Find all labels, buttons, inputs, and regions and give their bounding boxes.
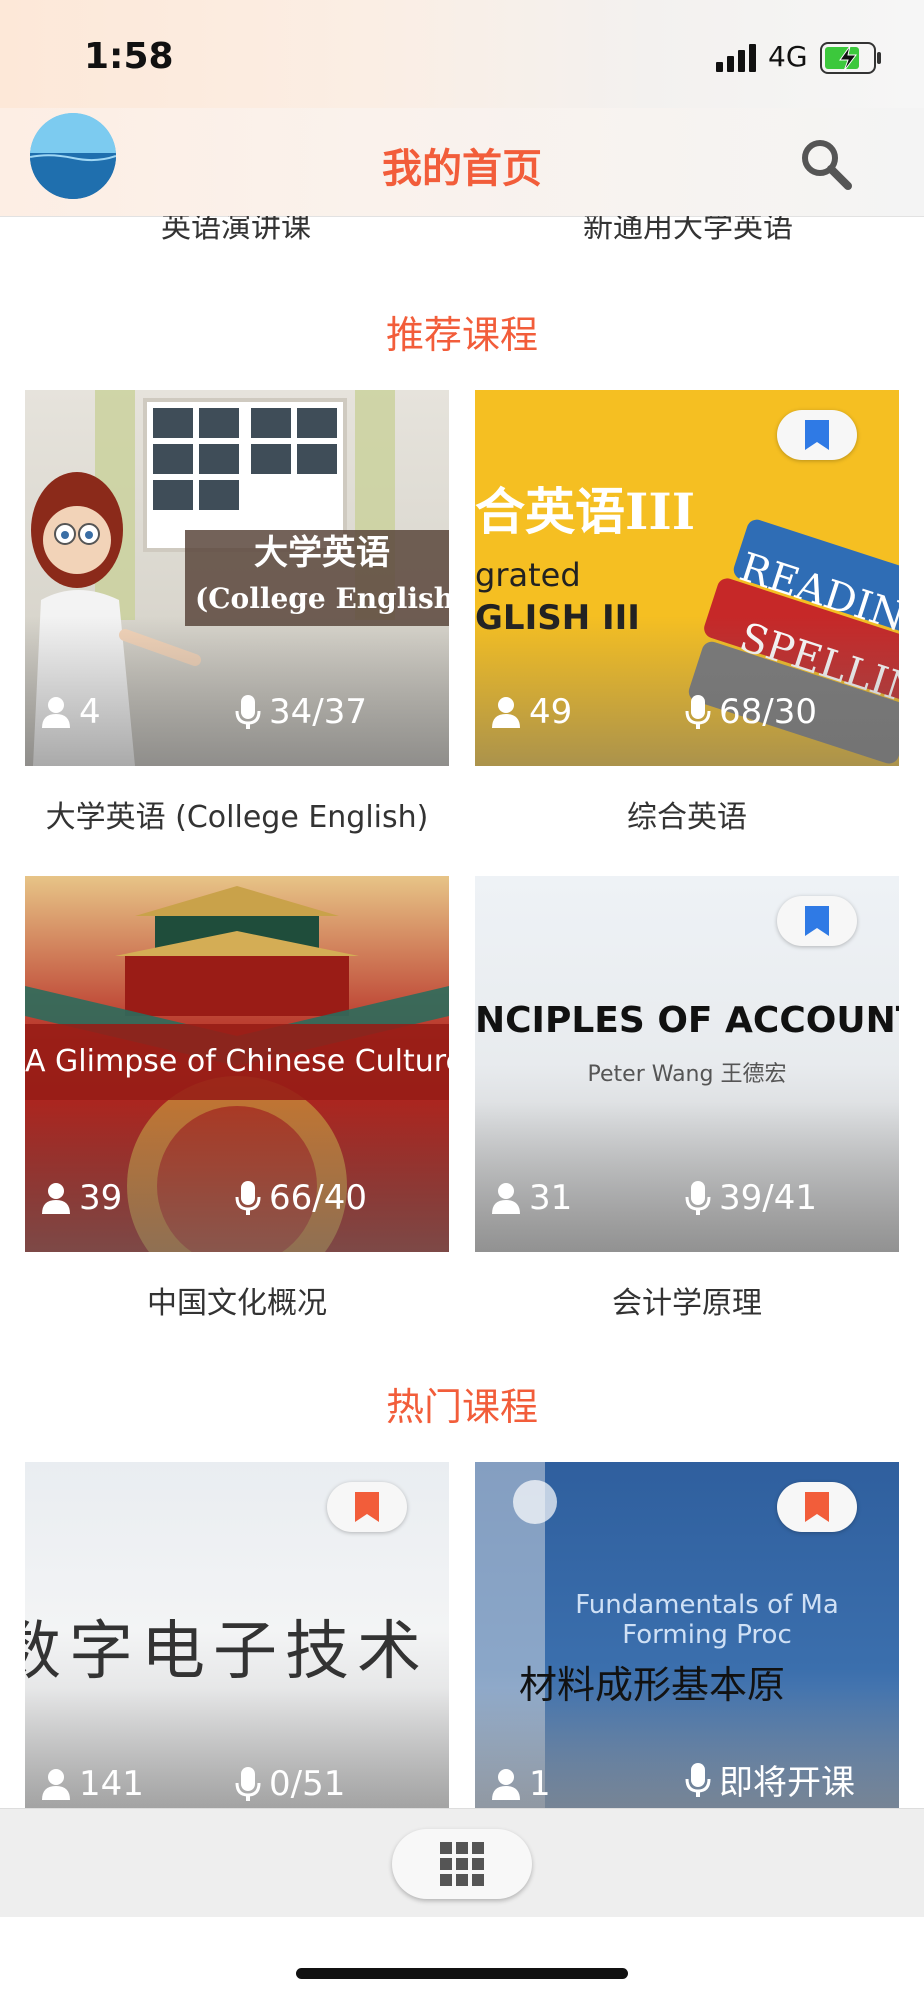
course-thumbnail[interactable]: 大学英语 (College English) 4 34/37 xyxy=(25,390,449,766)
lesson-count-value: 0/51 xyxy=(269,1764,346,1804)
status-bar: 1:58 4G xyxy=(0,0,924,108)
person-icon xyxy=(492,697,520,728)
microphone-icon xyxy=(685,695,711,729)
course-card[interactable]: 数字电子技术 141 0/51 xyxy=(25,1462,449,1808)
course-card[interactable]: NCIPLES OF ACCOUNT Peter Wang 王德宏 31 39/… xyxy=(475,876,899,1322)
course-thumbnail[interactable]: READING SPELLING 合英语III grated GLISH III… xyxy=(475,390,899,766)
microphone-icon xyxy=(235,1767,261,1801)
course-card[interactable]: READING SPELLING 合英语III grated GLISH III… xyxy=(475,390,899,836)
section-title-recommended: 推荐课程 xyxy=(385,313,538,357)
bookmark-icon xyxy=(805,420,829,450)
student-count: 4 xyxy=(41,692,101,732)
microphone-icon xyxy=(235,695,261,729)
microphone-icon xyxy=(685,1762,711,1797)
bookmark-button[interactable] xyxy=(777,410,857,460)
bookmark-icon xyxy=(805,906,829,936)
thumbnail-text: Peter Wang 王德宏 xyxy=(587,1062,787,1087)
student-count-value: 39 xyxy=(79,1178,123,1218)
bookmark-icon xyxy=(805,1492,829,1522)
status-time: 1:58 xyxy=(84,36,174,77)
thumbnail-text: NCIPLES OF ACCOUNT xyxy=(475,1000,899,1041)
lesson-count: 68/30 xyxy=(685,692,817,732)
student-count-value: 1 xyxy=(529,1764,551,1804)
lesson-count-value: 68/30 xyxy=(719,692,817,732)
course-card[interactable]: A Glimpse of Chinese Culture 39 66/40 中国… xyxy=(25,876,449,1322)
person-icon xyxy=(492,1769,520,1800)
student-count: 1 xyxy=(491,1764,551,1804)
battery-charging-icon xyxy=(820,42,881,74)
lesson-count-value: 66/40 xyxy=(269,1178,367,1218)
bottom-bar xyxy=(0,1808,924,1917)
thumbnail-text: grated xyxy=(475,556,581,594)
student-count-value: 31 xyxy=(529,1178,573,1218)
grid-menu-button[interactable] xyxy=(392,1829,532,1899)
lesson-count: 0/51 xyxy=(235,1764,345,1804)
thumbnail-text: 大学英语 xyxy=(254,533,390,573)
student-count: 49 xyxy=(491,692,572,732)
course-card[interactable]: 大学英语 (College English) 4 34/37 大学英语 (Col… xyxy=(25,390,449,836)
lesson-count-value: 即将开课 xyxy=(719,1763,855,1803)
student-count-value: 4 xyxy=(79,692,101,732)
section-title-popular: 热门课程 xyxy=(385,1385,538,1429)
lesson-count: 39/41 xyxy=(685,1178,817,1218)
microphone-icon xyxy=(235,1181,261,1215)
course-title[interactable]: 英语演讲课 xyxy=(6,216,466,246)
student-count: 141 xyxy=(41,1764,144,1804)
search-icon[interactable] xyxy=(798,136,854,192)
course-title[interactable]: 会计学原理 xyxy=(475,1278,899,1322)
microphone-icon xyxy=(685,1181,711,1215)
student-count: 39 xyxy=(41,1178,122,1218)
course-feed[interactable]: 英语演讲课 新通用大学英语 推荐课程 大学英语 (College English… xyxy=(0,216,924,1808)
course-card[interactable]: Fundamentals of Ma Forming Proc 材料成形基本原 … xyxy=(475,1462,899,1808)
course-title[interactable]: 大学英语 (College English) xyxy=(25,792,449,836)
lesson-count: 34/37 xyxy=(235,692,367,732)
thumbnail-text: 合英语III xyxy=(475,482,696,541)
page-title: 我的首页 xyxy=(382,146,542,192)
course-thumbnail[interactable]: A Glimpse of Chinese Culture 39 66/40 xyxy=(25,876,449,1252)
person-icon xyxy=(42,1769,70,1800)
lesson-count: 66/40 xyxy=(235,1178,367,1218)
course-thumbnail[interactable]: 数字电子技术 141 0/51 xyxy=(25,1462,449,1808)
bookmark-button[interactable] xyxy=(777,1482,857,1532)
thumbnail-text: Fundamentals of Ma xyxy=(575,1590,839,1620)
bookmark-button[interactable] xyxy=(777,896,857,946)
course-thumbnail[interactable]: NCIPLES OF ACCOUNT Peter Wang 王德宏 31 39/… xyxy=(475,876,899,1252)
nav-bar: 我的首页 xyxy=(0,108,924,217)
thumbnail-text: A Glimpse of Chinese Culture xyxy=(25,1044,449,1079)
bookmark-button[interactable] xyxy=(327,1482,407,1532)
lesson-count-value: 34/37 xyxy=(269,692,367,732)
course-thumbnail[interactable]: Fundamentals of Ma Forming Proc 材料成形基本原 … xyxy=(475,1462,899,1808)
network-type: 4G xyxy=(768,40,808,73)
person-icon xyxy=(42,697,70,728)
thumbnail-text: Forming Proc xyxy=(622,1620,792,1650)
student-count: 31 xyxy=(491,1178,572,1218)
lesson-count-value: 39/41 xyxy=(719,1178,817,1218)
signal-bars-icon xyxy=(716,44,756,72)
course-title[interactable]: 新通用大学英语 xyxy=(458,216,918,246)
grid-menu-icon xyxy=(440,1842,484,1886)
home-indicator[interactable] xyxy=(296,1968,628,1979)
bookmark-icon xyxy=(355,1492,379,1522)
course-title[interactable]: 中国文化概况 xyxy=(25,1278,449,1322)
lesson-count: 即将开课 xyxy=(685,1755,855,1804)
person-icon xyxy=(492,1183,520,1214)
student-count-value: 141 xyxy=(79,1764,144,1804)
course-title[interactable]: 综合英语 xyxy=(475,792,899,836)
thumbnail-text: 数字电子技术 xyxy=(25,1615,429,1689)
student-count-value: 49 xyxy=(529,692,573,732)
person-icon xyxy=(42,1183,70,1214)
